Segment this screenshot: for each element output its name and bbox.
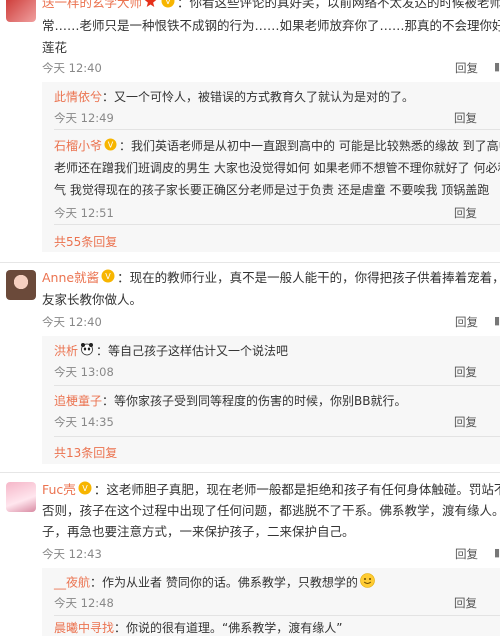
username-link[interactable]: 晨曦中寻找 [54, 621, 114, 635]
username-link[interactable]: 洪析 [54, 344, 78, 358]
timestamp: 今天 12:48 [54, 596, 114, 610]
comment-text: 子，再急也要注意方式，一来保护孩子，二来保护自己。 [42, 524, 355, 539]
svg-text:V: V [105, 272, 111, 281]
timestamp: 今天 12:43 [42, 547, 102, 561]
reply-text: 老师还在蹭我们班调皮的男生 大家也没觉得如何 如果老师不想管不理你就好了 何必和… [54, 161, 500, 175]
comment-item: Fuc壳 V ：这老师胆子真肥，现在老师一般都是拒绝和孩子有任何身体触碰。罚站不超过… [0, 480, 500, 636]
avatar[interactable] [6, 482, 36, 512]
fan-badge-icon: V [161, 0, 175, 14]
reply-button[interactable]: 回复 [455, 314, 478, 330]
timestamp: 今天 12:40 [42, 61, 102, 75]
panda-emoji-icon [80, 342, 94, 361]
divider [54, 129, 500, 130]
fan-badge-icon: V [78, 481, 92, 501]
divider [0, 472, 500, 473]
view-more-replies-link[interactable]: 共55条回复 [54, 233, 117, 250]
comment-feed: 送一样的玄学大师V：你看这些评论的真好笑，以前网络不太发达的时候被老师扭耳朵 常… [0, 0, 500, 636]
comment-text: 送一样的玄学大师V：你看这些评论的真好笑，以前网络不太发达的时候被老师扭耳朵 [42, 0, 500, 14]
comment-text: Anne就酱V：现在的教师行业，真不是一般人能干的，你得把孩子供着捧着宠着，不然… [42, 268, 500, 289]
reply-text: 气 我觉得现在的孩子家长要正确区分老师是过于负责 还是虐童 不要唉我 顶锅盖跑 [54, 183, 490, 197]
username-link[interactable]: 追梗童子 [54, 394, 102, 408]
reply-button[interactable]: 回复 [454, 595, 477, 611]
reply-thread: 洪析：等自己孩子这样估计又一个说法吧 今天 13:08 回复 ▮ 追梗童子：等你… [42, 336, 500, 464]
svg-text:V: V [82, 484, 88, 493]
comment-text: 莲花 [42, 40, 68, 55]
comment-text: 常……老师只是一种恨铁不成钢的行为……如果老师放弃你了……那真的不会理你好吗……… [42, 18, 500, 33]
comment-item: Anne就酱V：现在的教师行业，真不是一般人能干的，你得把孩子供着捧着宠着，不然… [0, 268, 500, 468]
username-link[interactable]: 此情依兮 [54, 90, 102, 104]
like-icon[interactable]: ▮ [494, 60, 500, 73]
reply-button[interactable]: 回复 [455, 546, 478, 562]
reply-button[interactable]: 回复 [454, 414, 477, 430]
comment-text: 友家长教你做人。 [42, 292, 143, 307]
svg-text:V: V [165, 0, 171, 6]
fan-badge-icon: V [101, 269, 115, 289]
timestamp: 今天 12:49 [54, 111, 114, 125]
view-more-replies-link[interactable]: 共13条回复 [54, 444, 117, 461]
timestamp: 今天 14:35 [54, 415, 114, 429]
username-link[interactable]: Anne就酱 [42, 270, 99, 285]
divider [0, 262, 500, 263]
divider [54, 224, 500, 225]
fan-badge-icon: V [104, 138, 117, 156]
username-link[interactable]: 送一样的玄学大师 [42, 0, 142, 10]
reply-text: 追梗童子：等你家孩子受到同等程度的伤害的时候，你别BB就行。 [54, 394, 407, 408]
timestamp: 今天 12:51 [54, 206, 114, 220]
reply-button[interactable]: 回复 [454, 205, 477, 221]
reply-text: 洪析 ：等自己孩子这样估计又一个说法吧 [54, 342, 288, 361]
reply-item: 晨曦中寻找：你说的很有道理。“佛系教学，渡有缘人” [54, 619, 500, 636]
timestamp: 今天 13:08 [54, 365, 114, 379]
reply-item: 石榴小爷 V ：我们英语老师是从初中一直跟到高中的 可能是比较熟悉的缘故 到了高中 … [54, 137, 500, 227]
reply-text: 此情依兮：又一个可怜人，被错误的方式教育久了就认为是对的了。 [54, 90, 415, 104]
comment-text: 否则，孩子在这个过程中出现了任何问题，都逃脱不了干系。佛系教学，渡有缘人。不要气… [42, 503, 500, 518]
reply-button[interactable]: 回复 [454, 110, 477, 126]
reply-text: 石榴小爷 V ：我们英语老师是从初中一直跟到高中的 可能是比较熟悉的缘故 到了高中 … [54, 137, 500, 156]
username-link[interactable]: 石榴小爷 [54, 139, 102, 153]
reply-item: __夜航：作为从业者 赞同你的话。佛系教学，只教想学的 今天 12:48 回复 … [54, 573, 500, 617]
username-link[interactable]: __夜航 [54, 576, 90, 590]
svg-text:V: V [108, 140, 114, 149]
reply-button[interactable]: 回复 [455, 60, 478, 76]
reply-text: 晨曦中寻找：你说的很有道理。“佛系教学，渡有缘人” [54, 621, 343, 635]
reply-item: 追梗童子：等你家孩子受到同等程度的伤害的时候，你别BB就行。 今天 14:35 … [54, 392, 500, 436]
avatar[interactable] [6, 270, 36, 300]
like-icon[interactable]: ▮ [494, 546, 500, 559]
username-link[interactable]: Fuc壳 [42, 482, 76, 497]
reply-item: 洪析：等自己孩子这样估计又一个说法吧 今天 13:08 回复 ▮ [54, 342, 500, 386]
timestamp: 今天 12:40 [42, 315, 102, 329]
smile-emoji-icon [360, 573, 375, 593]
reply-button[interactable]: 回复 [454, 364, 477, 380]
comment-text: Fuc壳 V ：这老师胆子真肥，现在老师一般都是拒绝和孩子有任何身体触碰。罚站不超过… [42, 480, 500, 501]
reply-text: __夜航：作为从业者 赞同你的话。佛系教学，只教想学的 [54, 573, 377, 593]
vip-badge-icon [144, 0, 157, 14]
reply-thread: __夜航：作为从业者 赞同你的话。佛系教学，只教想学的 今天 12:48 回复 … [42, 568, 500, 636]
divider [54, 436, 500, 437]
divider [54, 615, 500, 616]
reply-item: 此情依兮：又一个可怜人，被错误的方式教育久了就认为是对的了。 今天 12:49 … [54, 88, 500, 132]
avatar[interactable] [6, 0, 36, 22]
reply-thread: 此情依兮：又一个可怜人，被错误的方式教育久了就认为是对的了。 今天 12:49 … [42, 82, 500, 252]
comment-item: 送一样的玄学大师V：你看这些评论的真好笑，以前网络不太发达的时候被老师扭耳朵 常… [0, 0, 500, 252]
divider [54, 385, 500, 386]
like-icon[interactable]: ▮ [494, 314, 500, 327]
